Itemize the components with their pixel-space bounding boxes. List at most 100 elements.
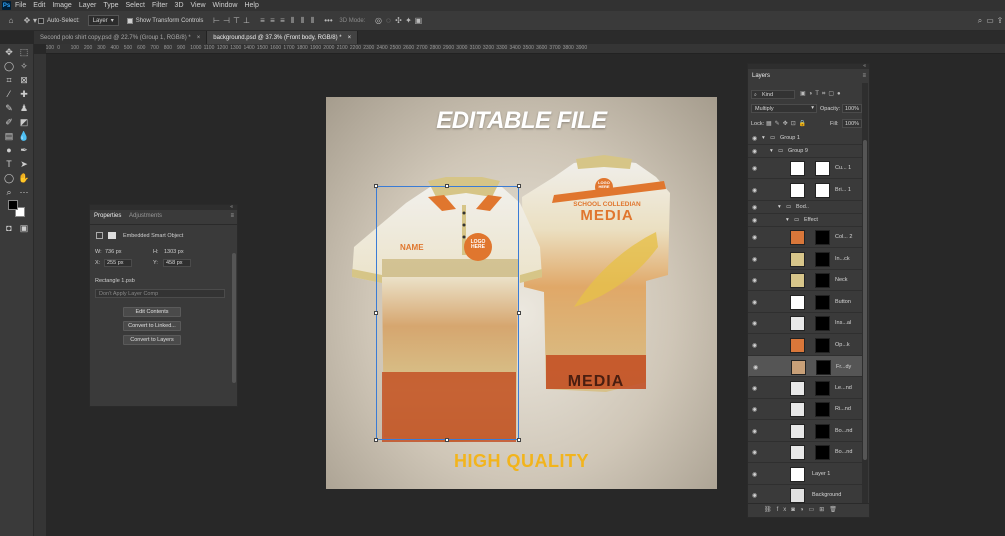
layer-row[interactable]: ◉ Op...k: [748, 335, 864, 356]
align-top-icon[interactable]: ⊥: [241, 16, 251, 25]
layer-mask-thumbnail[interactable]: [816, 360, 831, 375]
transform-handle-t[interactable]: [445, 184, 449, 188]
layer-comp-select[interactable]: Don't Apply Layer Comp: [95, 289, 225, 298]
visibility-eye-icon[interactable]: ◉: [752, 135, 757, 142]
width-value[interactable]: 736 px: [105, 249, 122, 255]
auto-select-dropdown[interactable]: Layer ▾: [87, 15, 119, 26]
layer-footer-icons[interactable]: ⛓fx◙◑▭⊞🗑: [764, 506, 842, 513]
transform-handle-bl[interactable]: [374, 438, 378, 442]
layer-row[interactable]: ◉ Button: [748, 292, 864, 313]
gradient-tool-icon[interactable]: ▤: [3, 130, 15, 142]
dodge-tool-icon[interactable]: ●: [3, 144, 15, 156]
transform-bounding-box[interactable]: [376, 186, 519, 440]
layer-mask-thumbnail[interactable]: [815, 423, 830, 439]
distribute-right-icon[interactable]: ⦀: [307, 16, 317, 25]
layer-mask-thumbnail[interactable]: [815, 230, 830, 245]
close-icon[interactable]: ×: [197, 35, 201, 41]
filter-icons[interactable]: ▣◑T⌗▢●: [800, 90, 844, 98]
layer-row[interactable]: ◉ ▾ ▭ Effect: [748, 214, 864, 227]
move-tool-icon[interactable]: ✥: [3, 46, 15, 58]
move-tool-icon[interactable]: ✥: [22, 16, 32, 25]
layer-mask-thumbnail[interactable]: [815, 402, 830, 417]
convert-to-layers-button[interactable]: Convert to Layers: [123, 335, 181, 345]
align-right-icon[interactable]: ⊤: [231, 16, 241, 25]
collapse-icon[interactable]: «: [230, 204, 233, 210]
y-input[interactable]: 458 px: [163, 259, 191, 267]
x-input[interactable]: 255 px: [104, 259, 132, 267]
panel-menu-icon[interactable]: ≡: [230, 213, 234, 219]
distribute-left-icon[interactable]: ⦀: [297, 16, 307, 25]
menu-edit[interactable]: Edit: [33, 2, 45, 9]
layer-row[interactable]: ◉ ▾ ▭ Bod..: [748, 201, 864, 214]
chevron-down-icon[interactable]: ▾: [770, 148, 773, 154]
visibility-eye-icon[interactable]: ◉: [752, 406, 757, 413]
visibility-eye-icon[interactable]: ◉: [752, 165, 757, 172]
layers-title[interactable]: Layers: [752, 73, 770, 79]
eraser-tool-icon[interactable]: ◩: [18, 116, 30, 128]
more-tools-icon[interactable]: ⋯: [18, 186, 30, 198]
layer-mask-thumbnail[interactable]: [815, 316, 830, 331]
brush-tool-icon[interactable]: ✎: [3, 102, 15, 114]
layer-mask-thumbnail[interactable]: [815, 380, 830, 396]
transform-handle-tr[interactable]: [517, 184, 521, 188]
layer-row[interactable]: ◉ Layer 1: [748, 464, 864, 485]
3d-scale-icon[interactable]: ▣: [413, 16, 423, 25]
tab-second-polo[interactable]: Second polo shirt copy.psd @ 22.7% (Grou…: [34, 31, 208, 44]
layer-mask-thumbnail[interactable]: [815, 294, 830, 310]
visibility-eye-icon[interactable]: ◉: [753, 364, 758, 371]
visibility-eye-icon[interactable]: ◉: [752, 299, 757, 306]
layer-row[interactable]: ◉ ▾ ▭ Group 1: [748, 132, 864, 145]
blur-tool-icon[interactable]: 💧: [18, 130, 30, 142]
tab-properties[interactable]: Properties: [94, 213, 121, 219]
layer-row[interactable]: ◉ ▾ ▭ Group 9: [748, 145, 864, 158]
layers-scrollbar-thumb[interactable]: [863, 140, 867, 460]
type-tool-icon[interactable]: T: [3, 158, 15, 170]
visibility-eye-icon[interactable]: ◉: [752, 471, 757, 478]
frame-tool-icon[interactable]: ⊠: [18, 74, 30, 86]
layer-row[interactable]: ◉ Col... 2: [748, 227, 864, 248]
visibility-eye-icon[interactable]: ◉: [752, 234, 757, 241]
visibility-eye-icon[interactable]: ◉: [752, 204, 757, 211]
search-icon[interactable]: ⌕: [975, 16, 985, 25]
photoshop-logo-icon[interactable]: Ps: [2, 1, 11, 10]
panel-menu-icon[interactable]: ≡: [862, 73, 866, 79]
menu-image[interactable]: Image: [52, 2, 71, 9]
visibility-eye-icon[interactable]: ◉: [752, 277, 757, 284]
path-select-icon[interactable]: ➤: [18, 158, 30, 170]
layer-mask-thumbnail[interactable]: [815, 273, 830, 288]
distribute-top-icon[interactable]: ≡: [257, 16, 267, 25]
chevron-down-icon[interactable]: ▾: [762, 135, 765, 141]
layer-mask-thumbnail[interactable]: [815, 251, 830, 267]
close-icon[interactable]: ×: [348, 35, 352, 41]
panel-header-bar[interactable]: [748, 64, 869, 69]
visibility-eye-icon[interactable]: ◉: [752, 256, 757, 263]
crop-tool-icon[interactable]: ⌗: [3, 74, 15, 86]
filter-kind-select[interactable]: ⌕ Kind: [751, 90, 795, 99]
zoom-tool-icon[interactable]: ⌕: [3, 186, 15, 198]
fill-input[interactable]: 100%: [842, 119, 862, 128]
blend-mode-select[interactable]: Multiply ▾: [751, 104, 817, 113]
chevron-down-icon[interactable]: ▾: [786, 217, 789, 223]
menu-help[interactable]: Help: [244, 2, 258, 9]
transform-handle-b[interactable]: [445, 438, 449, 442]
document-canvas[interactable]: EDITABLE FILE HIGH QUALITY NAME LOGO HER…: [326, 97, 717, 489]
visibility-eye-icon[interactable]: ◉: [752, 187, 757, 194]
layer-mask-thumbnail[interactable]: [815, 182, 830, 198]
layer-row[interactable]: ◉ Ins...al: [748, 313, 864, 334]
layer-row[interactable]: ◉ Bo...nd: [748, 442, 864, 463]
panel-header-bar[interactable]: [90, 205, 237, 210]
visibility-eye-icon[interactable]: ◉: [752, 342, 757, 349]
height-value[interactable]: 1303 px: [164, 249, 184, 255]
chevron-down-icon[interactable]: ▾: [778, 204, 781, 210]
layer-row[interactable]: ◉ Bri... 1: [748, 180, 864, 201]
transform-handle-l[interactable]: [374, 311, 378, 315]
layer-row[interactable]: ◉ Background: [748, 485, 864, 504]
share-icon[interactable]: ⇪: [995, 16, 1005, 25]
layer-row[interactable]: ◉ Neck: [748, 270, 864, 291]
menu-window[interactable]: Window: [213, 2, 238, 9]
hand-tool-icon[interactable]: ✋: [18, 172, 30, 184]
visibility-eye-icon[interactable]: ◉: [752, 148, 757, 155]
align-center-icon[interactable]: ⊣: [221, 16, 231, 25]
show-transform-checkbox[interactable]: [126, 17, 133, 24]
workspace-icon[interactable]: ▭: [985, 16, 995, 25]
